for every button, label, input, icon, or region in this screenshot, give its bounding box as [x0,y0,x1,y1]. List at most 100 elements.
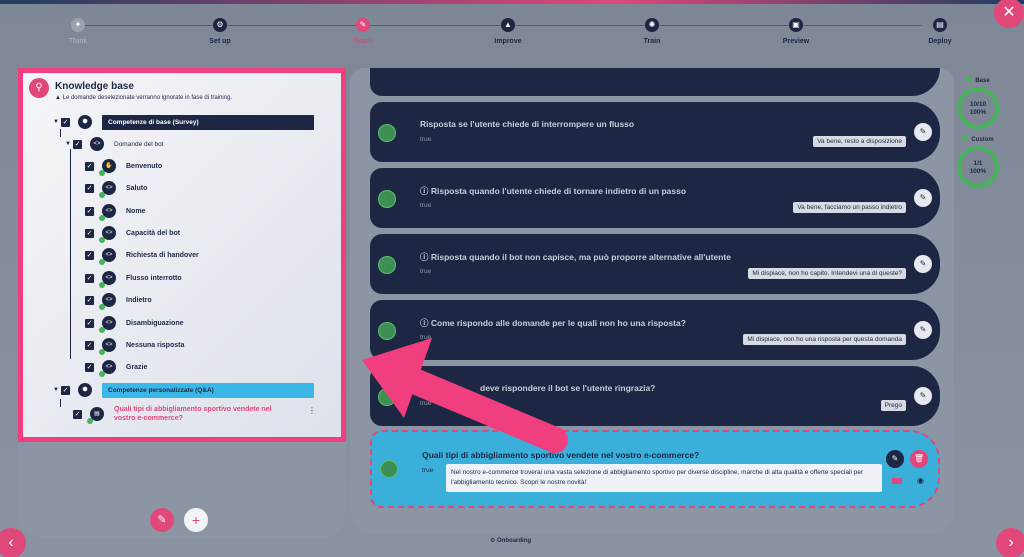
tree-item[interactable]: ✓ <> Richiesta di handover [85,246,199,265]
card-question: Risposta quando il bot non capisce, ma p… [430,252,731,262]
step-train[interactable]: ✺ Train [612,18,692,45]
code-icon: <> [99,226,116,243]
qa-card[interactable]: Risposta se l'utente chiede di interromp… [370,102,940,162]
lightbulb-icon: ✦ [71,18,85,32]
checkbox[interactable]: ✓ [85,250,94,260]
item-label: Flusso interrotto [126,274,182,282]
onboarding-label: Onboarding [497,538,532,544]
tree-item[interactable]: ✓ <> Grazie [85,358,147,377]
step-preview[interactable]: ▣ Preview [756,18,836,45]
edit-button[interactable]: ✎ [914,321,932,339]
stat-label-wrap: Custom [955,135,1001,143]
more-options-icon[interactable]: ⋮ [308,406,316,415]
card-value: true [420,136,432,143]
collapse-icon[interactable]: ▼ [53,119,61,125]
eye-icon[interactable]: ◉ [917,476,924,485]
item-label: Richiesta di handover [126,251,199,259]
tree-item[interactable]: ✓ <> Nessuna risposta [85,336,185,355]
check-icon [378,388,396,406]
collapse-icon[interactable]: ▼ [65,141,73,147]
item-label: Disambiguazione [126,319,184,327]
qa-card[interactable]: ⓘ Risposta quando il bot non capisce, ma… [370,234,940,294]
stat-count: 1/1 [973,160,983,167]
stepper: ✦ Think ⚙ Set up ✎ Teach ▲ Improve ✺ Tra… [20,8,984,56]
nodes-icon: ⬢ [78,115,92,129]
code-icon: <> [99,248,116,265]
onboarding-link[interactable]: ⚙ Onboarding [490,537,531,544]
step-deploy[interactable]: ▤ Deploy [900,18,980,45]
checkbox[interactable]: ✓ [85,161,94,171]
next-button[interactable]: › [996,528,1024,557]
delete-button[interactable]: 🗑 [910,450,928,468]
chevron-left-icon: ‹ [8,534,14,551]
chevron-right-icon: › [1008,534,1014,551]
tree-item[interactable]: ✓ <> Flusso interrotto [85,269,182,288]
edit-button[interactable]: ✎ [886,450,904,468]
step-teach[interactable]: ✎ Teach [323,18,403,45]
edit-button[interactable]: ✎ [150,508,174,532]
info-icon: ⓘ [420,318,431,328]
tree-item[interactable]: ✓ <> Indietro [85,291,152,310]
edit-button[interactable]: ✎ [914,255,932,273]
code-icon: <> [99,181,116,198]
edit-button[interactable]: ✎ [914,387,932,405]
item-label: Benvenuto [126,162,163,170]
code-icon: <> [99,204,116,221]
add-button[interactable]: + [184,508,208,532]
stat-percent: 100% [969,168,987,175]
nodes-icon: ⬢ [78,383,92,397]
info-icon: ⓘ [420,186,431,196]
tree-item[interactable]: ✓ <> Disambiguazione [85,314,184,333]
card-question: deve rispondere il bot se l'utente ringr… [480,383,656,393]
brain-icon: ✺ [645,18,659,32]
tree-item-custom[interactable]: ✓ ▤ Quali tipi di abbigliamento sportivo… [73,403,284,425]
checkbox[interactable]: ✓ [85,362,94,372]
tree-category-base[interactable]: ▼ ✓ ⬢ Competenze di base (Survey) [53,113,314,131]
plus-icon: + [191,512,201,528]
card-question-wrap: ⓘ Come rispondo alle domande per le qual… [420,317,686,329]
search-icon[interactable]: ⚲ [29,78,49,98]
code-icon: <> [99,338,116,355]
checkbox[interactable]: ✓ [85,206,94,216]
tree-item[interactable]: ✓ <> Saluto [85,179,147,198]
edit-button[interactable]: ✎ [914,189,932,207]
step-think[interactable]: ✦ Think [38,18,118,45]
qa-card-selected[interactable]: Quali tipi di abbigliamento sportivo ven… [370,430,940,508]
step-label: Set up [209,38,231,45]
tree-category-custom[interactable]: ▼ ✓ ⬢ Competenze personalizzate (Q&A) [53,381,314,399]
collapse-icon[interactable]: ▼ [53,387,61,393]
edit-button[interactable]: ✎ [914,123,932,141]
checkbox[interactable]: ✓ [85,273,94,283]
check-icon [378,190,396,208]
item-label: Capacità del bot [126,229,181,237]
item-label: Nome [126,207,146,215]
checkbox[interactable]: ✓ [85,318,94,328]
stat-percent: 100% [969,109,987,116]
qa-card[interactable]: ⓘ Risposta quando l'utente chiede di tor… [370,168,940,228]
tree-group-bot[interactable]: ▼ ✓ <> Domande del bot [65,135,164,153]
tree-item[interactable]: ✓ <> Nome [85,202,146,221]
item-label: Nessuna risposta [126,341,185,349]
checkbox[interactable]: ✓ [85,295,94,305]
card-answer: Prego [880,400,906,411]
checkbox[interactable]: ✓ [61,117,70,127]
checkbox[interactable]: ✓ [61,385,70,395]
checkbox[interactable]: ✓ [85,228,94,238]
trash-icon: 🗑 [913,454,925,463]
kb-title: Knowledge base [55,81,134,92]
qa-card[interactable]: ⓘ Come rispondo alle domande per le qual… [370,300,940,360]
checkbox[interactable]: ✓ [73,409,82,419]
qa-card[interactable]: deve rispondere il bot se l'utente ringr… [370,366,940,426]
card-question-wrap: ⓘ Risposta quando l'utente chiede di tor… [420,185,686,197]
back-button[interactable]: ‹ [0,528,26,557]
step-improve[interactable]: ▲ Improve [468,18,548,45]
stat-label: Custom [971,137,994,143]
checkbox[interactable]: ✓ [85,340,94,350]
check-icon [378,322,396,340]
checkbox[interactable]: ✓ [73,139,82,149]
step-setup[interactable]: ⚙ Set up [180,18,260,45]
checkbox[interactable]: ✓ [85,183,94,193]
tree-item[interactable]: ✓ <> Capacità del bot [85,224,181,243]
pencil-icon: ✎ [919,325,927,334]
tree-item[interactable]: ✓ ✋ Benvenuto [85,157,163,176]
